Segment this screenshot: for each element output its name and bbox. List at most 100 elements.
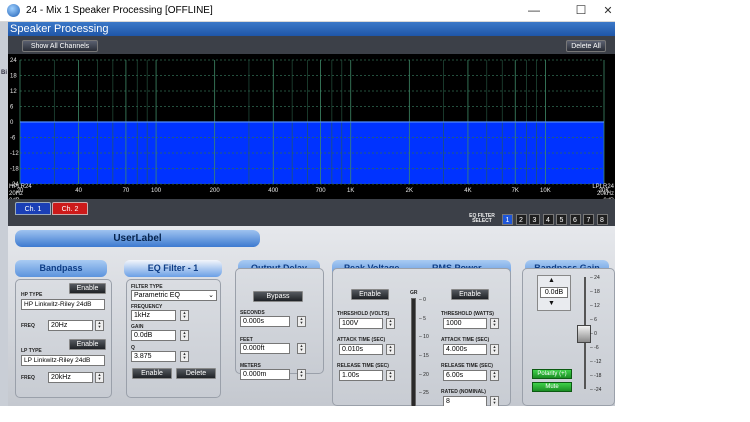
delete-all-button[interactable]: Delete All [566, 40, 606, 52]
chevron-down-icon: ⌄ [208, 292, 214, 299]
feet-spinner[interactable]: ▲ ▼ [297, 343, 306, 354]
lp-info-label: 20kHz [597, 191, 614, 197]
hp-type-select[interactable]: HP Linkwitz-Riley 24dB [21, 299, 105, 310]
hp-freq-input[interactable]: 20Hz [48, 320, 93, 331]
rms-attack-input[interactable]: 4.000s [443, 344, 487, 355]
eq-filter-8-button[interactable]: 8 [596, 214, 608, 225]
x-tick-label: 7K [512, 188, 519, 194]
gain-value-input[interactable]: 0.0dB [540, 287, 568, 298]
lp-freq-label: FREQ [21, 375, 35, 381]
peak-enable-button[interactable]: Enable [351, 289, 389, 300]
tab-ch1[interactable]: Ch. 1 [15, 202, 51, 215]
rms-threshold-input[interactable]: 1000 [443, 318, 487, 329]
hp-enable-button[interactable]: Enable [69, 283, 106, 294]
rated-spinner[interactable]: ▲ ▼ [490, 396, 499, 406]
rms-threshold-spinner[interactable]: ▲ ▼ [490, 318, 499, 329]
rated-input[interactable]: 8 [443, 396, 487, 406]
minimize-button[interactable]: — [519, 3, 549, 17]
output-delay-panel: Bypass SECONDS 0.000s ▲ ▼ FEET 0.000ft ▲ ▼… [235, 268, 324, 380]
eq-enable-button[interactable]: Enable [132, 368, 172, 379]
rms-release-input[interactable]: 6.00s [443, 370, 487, 381]
x-tick-label: 70 [123, 188, 130, 194]
filter-type-value: Parametric EQ [134, 292, 180, 299]
eq-filter-select-label-2: SELECT [472, 218, 492, 224]
seconds-input[interactable]: 0.000s [240, 316, 290, 327]
q-spinner[interactable]: ▲ ▼ [180, 351, 189, 362]
gain-tick-label: – -24 [590, 387, 602, 393]
eq-filter-6-button[interactable]: 6 [569, 214, 581, 225]
show-all-channels-button[interactable]: Show All Channels [22, 40, 98, 52]
gain-tick-label: – 18 [590, 289, 600, 295]
eq-filter-1-button[interactable]: 1 [502, 214, 513, 225]
gr-tick-label: – 0 [419, 297, 426, 303]
peak-attack-input[interactable]: 0.010s [339, 344, 383, 355]
rms-enable-button[interactable]: Enable [451, 289, 489, 300]
eq-filter-4-button[interactable]: 4 [542, 214, 554, 225]
peak-attack-spinner[interactable]: ▲ ▼ [386, 344, 395, 355]
q-input[interactable]: 3.875 [131, 351, 176, 362]
bandpass-gain-panel: ▲ 0.0dB ▼ – 24 – 18 – 12 – 6 – 0 – -6 – -12 – -… [522, 268, 615, 406]
gain-tick-label: – 6 [590, 317, 597, 323]
x-tick-label: 400 [268, 188, 279, 194]
rms-attack-spinner[interactable]: ▲ ▼ [490, 344, 499, 355]
y-tick-label: -12 [10, 151, 19, 157]
bandpass-panel: HP TYPE Enable HP Linkwitz-Riley 24dB FR… [15, 279, 112, 398]
eq-filter-5-button[interactable]: 5 [556, 214, 567, 225]
lp-freq-input[interactable]: 20kHz [48, 372, 93, 383]
gain-stepper: ▲ 0.0dB ▼ [537, 275, 571, 311]
lp-freq-spinner[interactable]: ▲ ▼ [95, 372, 104, 383]
eq-filter-3-button[interactable]: 3 [529, 214, 540, 225]
feet-input[interactable]: 0.000ft [240, 343, 290, 354]
peak-release-label: RELEASE TIME (SEC) [337, 363, 389, 369]
gain-fader-scale: – 24 – 18 – 12 – 6 – 0 – -6 – -12 – -18 – -24 [590, 275, 612, 395]
frequency-input[interactable]: 1kHz [131, 310, 176, 321]
tab-ch2[interactable]: Ch. 2 [52, 202, 88, 215]
meters-input[interactable]: 0.000m [240, 369, 290, 380]
x-tick-label: 10K [540, 188, 551, 194]
filter-type-select[interactable]: Parametric EQ ⌄ [131, 290, 217, 301]
eq-filter-7-button[interactable]: 7 [583, 214, 594, 225]
y-tick-label: 12 [10, 89, 17, 95]
user-label-field[interactable]: UserLabel [15, 230, 260, 247]
rms-release-spinner[interactable]: ▲ ▼ [490, 370, 499, 381]
hp-freq-spinner[interactable]: ▲ ▼ [95, 320, 104, 331]
lp-type-select[interactable]: LP Linkwitz-Riley 24dB [21, 355, 105, 366]
meters-spinner[interactable]: ▲ ▼ [297, 369, 306, 380]
eq-filter-2-button[interactable]: 2 [515, 214, 527, 225]
eq-delete-button[interactable]: Delete [176, 368, 216, 379]
maximize-button[interactable]: ☐ [566, 3, 596, 17]
gr-meter-scale: – 0– 5– 10– 15– 20– 25– 30 [419, 297, 433, 406]
hp-freq-label: FREQ [21, 323, 35, 329]
window-title: 24 - Mix 1 Speaker Processing [OFFLINE] [26, 5, 213, 16]
rated-label: RATED (NOMINAL) [441, 389, 486, 395]
rms-release-label: RELEASE TIME (SEC) [441, 363, 493, 369]
eq-filter-title: EQ Filter - 1 [124, 260, 222, 277]
hp-type-label: HP TYPE [21, 292, 43, 298]
hp-type-value: HP Linkwitz-Riley 24dB [24, 301, 92, 308]
peak-release-input[interactable]: 1.00s [339, 370, 383, 381]
gain-tick-label: – 24 [590, 275, 600, 281]
peak-threshold-spinner[interactable]: ▲ ▼ [386, 318, 395, 329]
peak-threshold-input[interactable]: 100V [339, 318, 383, 329]
x-tick-label: 40 [75, 188, 82, 194]
hp-info-label: 20Hz [9, 191, 23, 197]
left-strip: Bi [0, 22, 8, 406]
rms-attack-label: ATTACK TIME (SEC) [441, 337, 490, 343]
gain-input[interactable]: 0.0dB [131, 330, 176, 341]
lp-enable-button[interactable]: Enable [69, 339, 106, 350]
peak-release-spinner[interactable]: ▲ ▼ [386, 370, 395, 381]
bypass-button[interactable]: Bypass [253, 291, 303, 302]
gain-up-arrow-icon[interactable]: ▲ [548, 277, 555, 284]
gain-tick-label: – 0 [590, 331, 597, 337]
close-button[interactable]: ✕ [593, 4, 623, 17]
gain-spinner[interactable]: ▲ ▼ [180, 330, 189, 341]
gain-down-arrow-icon[interactable]: ▼ [548, 300, 555, 307]
polarity-button[interactable]: Polarity (+) [532, 369, 572, 379]
gain-fader-handle[interactable] [577, 325, 591, 343]
seconds-spinner[interactable]: ▲ ▼ [297, 316, 306, 327]
response-plot: 24181260-6-12-18-2420 40 70 100 200 400 700 1K 2… [9, 58, 615, 204]
gain-tick-label: – -18 [590, 373, 602, 379]
panel-header: Speaker Processing [8, 22, 615, 36]
mute-button[interactable]: Mute [532, 382, 572, 392]
frequency-spinner[interactable]: ▲ ▼ [180, 310, 189, 321]
